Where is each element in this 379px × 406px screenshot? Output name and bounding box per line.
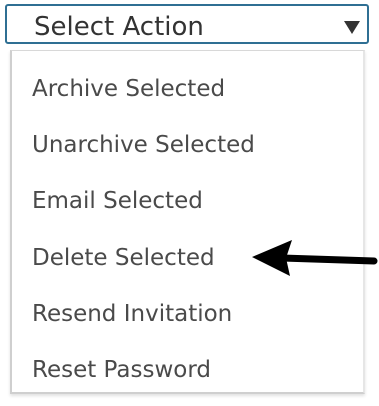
menu-item-reset-password[interactable]: Reset Password [32,356,211,384]
select-action-dropdown[interactable]: Select Action [5,4,369,44]
action-select-screenshot: Select Action Archive Selected Unarchive… [0,0,379,406]
select-action-label: Select Action [34,12,204,42]
menu-item-resend-invitation[interactable]: Resend Invitation [32,300,232,328]
menu-item-unarchive-selected[interactable]: Unarchive Selected [32,131,255,159]
caret-down-icon [344,21,360,34]
menu-item-archive-selected[interactable]: Archive Selected [32,75,225,103]
menu-item-delete-selected[interactable]: Delete Selected [32,244,215,272]
menu-item-email-selected[interactable]: Email Selected [32,187,203,215]
left-arrow-icon [252,240,378,276]
dropdown-menu: Archive Selected Unarchive Selected Emai… [10,50,365,394]
